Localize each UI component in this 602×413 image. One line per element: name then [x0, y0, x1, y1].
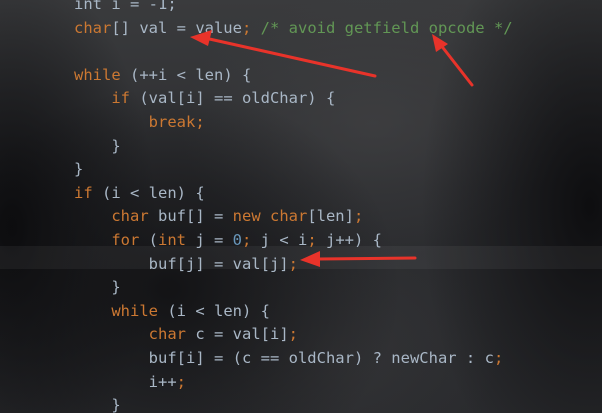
code-line[interactable]: break;: [74, 110, 205, 134]
code-token: c = val[i]: [195, 325, 289, 344]
code-token: buf[] =: [158, 207, 233, 226]
code-line[interactable]: char buf[] = new char[len];: [74, 204, 363, 228]
code-line[interactable]: }: [74, 275, 121, 299]
code-line[interactable]: char[] val = value; /* avoid getfield op…: [74, 16, 513, 40]
code-line[interactable]: for (int j = 0; j < i; j++) {: [74, 228, 382, 252]
code-line[interactable]: }: [74, 157, 83, 181]
code-line[interactable]: i++;: [74, 370, 186, 394]
code-token: while: [111, 301, 168, 320]
code-token: }: [74, 396, 121, 413]
code-token: ;: [288, 254, 298, 273]
code-token: j < i: [260, 231, 308, 249]
code-token: while: [74, 65, 130, 84]
code-token: char: [74, 18, 112, 37]
code-line[interactable]: if (i < len) {: [74, 181, 205, 205]
code-line[interactable]: buf[j] = val[j];: [74, 252, 298, 276]
code-line[interactable]: while (i < len) {: [74, 299, 270, 323]
code-token: (i < len) {: [167, 301, 270, 320]
code-token: char: [148, 325, 196, 344]
code-line[interactable]: while (++i < len) {: [74, 63, 251, 87]
code-token: break;: [148, 113, 205, 131]
code-token: ;: [176, 372, 186, 391]
code-line[interactable]: char c = val[i];: [74, 322, 298, 346]
code-token: }: [74, 278, 121, 297]
code-token: ;: [353, 207, 364, 226]
code-token: j =: [195, 231, 233, 249]
code-token: 0: [232, 231, 242, 249]
code-line[interactable]: if (val[i] == oldChar) {: [74, 86, 335, 110]
code-editor[interactable]: int i = -1; char[] val = value; /* avoid …: [0, 0, 602, 413]
code-token: (val[i] == oldChar) {: [139, 89, 336, 108]
code-token: int: [158, 231, 196, 249]
code-token: ;: [241, 18, 261, 37]
code-token: j++) {: [326, 231, 383, 249]
code-token: buf[j] = val[j]: [74, 254, 289, 273]
code-token: char: [111, 207, 158, 226]
code-token: }: [74, 136, 121, 155]
code-token: if: [74, 183, 102, 202]
code-token: ;: [307, 231, 327, 249]
code-line[interactable]: int i = -1;: [74, 0, 177, 16]
code-token: (i < len) {: [102, 183, 205, 202]
code-line[interactable]: }: [74, 134, 121, 158]
code-token: ;: [288, 325, 298, 344]
code-token: int i = -1;: [74, 0, 177, 13]
code-token: buf[i] = (c == oldChar) ? newChar : c: [74, 349, 494, 367]
code-token: (++i < len) {: [130, 65, 252, 84]
code-token: (: [148, 231, 158, 249]
code-token: }: [74, 160, 84, 179]
code-token: if: [111, 89, 140, 108]
code-token: for: [111, 231, 149, 249]
code-token: /* avoid getfield opcode */: [260, 18, 513, 37]
code-line[interactable]: buf[i] = (c == oldChar) ? newChar : c;: [74, 346, 504, 370]
code-token: i++: [74, 372, 177, 391]
code-token: [len]: [307, 207, 354, 226]
code-token: [] val = value: [111, 18, 242, 37]
code-token: ;: [493, 349, 504, 367]
code-token: new char: [232, 207, 308, 226]
code-token: ;: [242, 231, 261, 249]
code-line[interactable]: }: [74, 393, 121, 413]
